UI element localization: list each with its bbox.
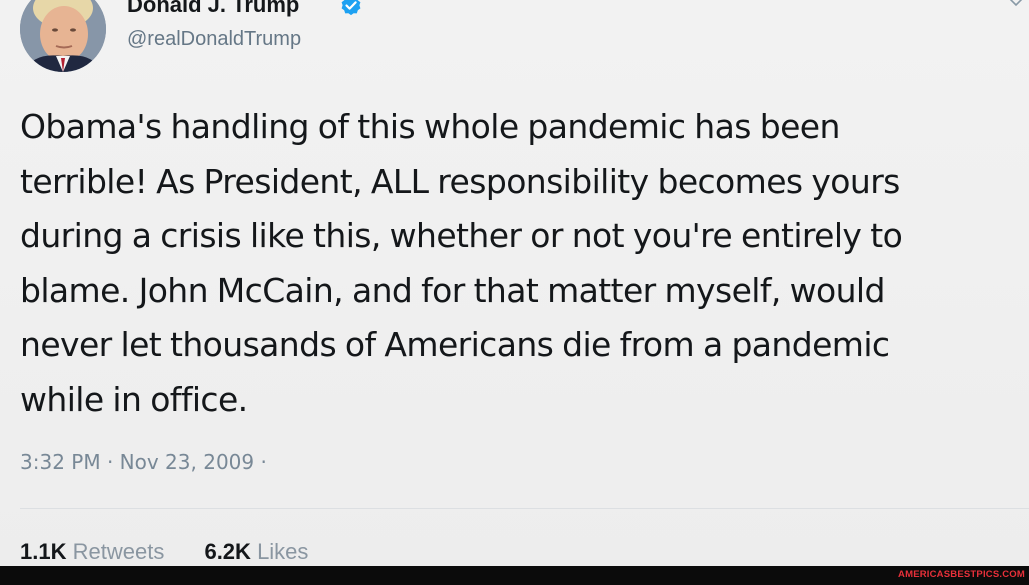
likes-label: Likes	[257, 539, 309, 564]
engagement-stats: 1.1K Retweets 6.2K Likes	[20, 539, 308, 565]
likes-count: 6.2K	[204, 539, 251, 564]
tweet-line: terrible! As President, ALL responsibili…	[20, 161, 900, 201]
retweets-label: Retweets	[72, 539, 165, 564]
verified-badge-icon	[341, 0, 361, 16]
retweets-stat[interactable]: 1.1K Retweets	[20, 539, 164, 565]
tweet-line: while in office.	[20, 379, 248, 419]
author-handle[interactable]: @realDonaldTrump	[127, 28, 301, 51]
footer-bar: AMERICASBESTPICS.COM	[0, 566, 1029, 585]
watermark: AMERICASBESTPICS.COM	[898, 569, 1025, 580]
chevron-down-icon[interactable]	[1004, 0, 1028, 14]
tweet-card: Donald J. Trump @realDonaldTrump Obama's…	[0, 0, 1029, 566]
tweet-line: never let thousands of Americans die fro…	[20, 325, 890, 364]
likes-stat[interactable]: 6.2K Likes	[204, 539, 308, 565]
author-name[interactable]: Donald J. Trump	[127, 0, 299, 18]
divider	[20, 508, 1029, 509]
retweets-count: 1.1K	[20, 539, 67, 564]
avatar[interactable]	[20, 0, 106, 72]
tweet-timestamp[interactable]: 3:32 PM · Nov 23, 2009 ·	[20, 450, 267, 474]
tweet-line: blame. John McCain, and for that matter …	[20, 270, 885, 310]
tweet-line: Obama's handling of this whole pandemic …	[20, 107, 840, 146]
tweet-text: Obama's handling of this whole pandemic …	[20, 100, 1026, 427]
tweet-line: during a crisis like this, whether or no…	[20, 216, 903, 255]
